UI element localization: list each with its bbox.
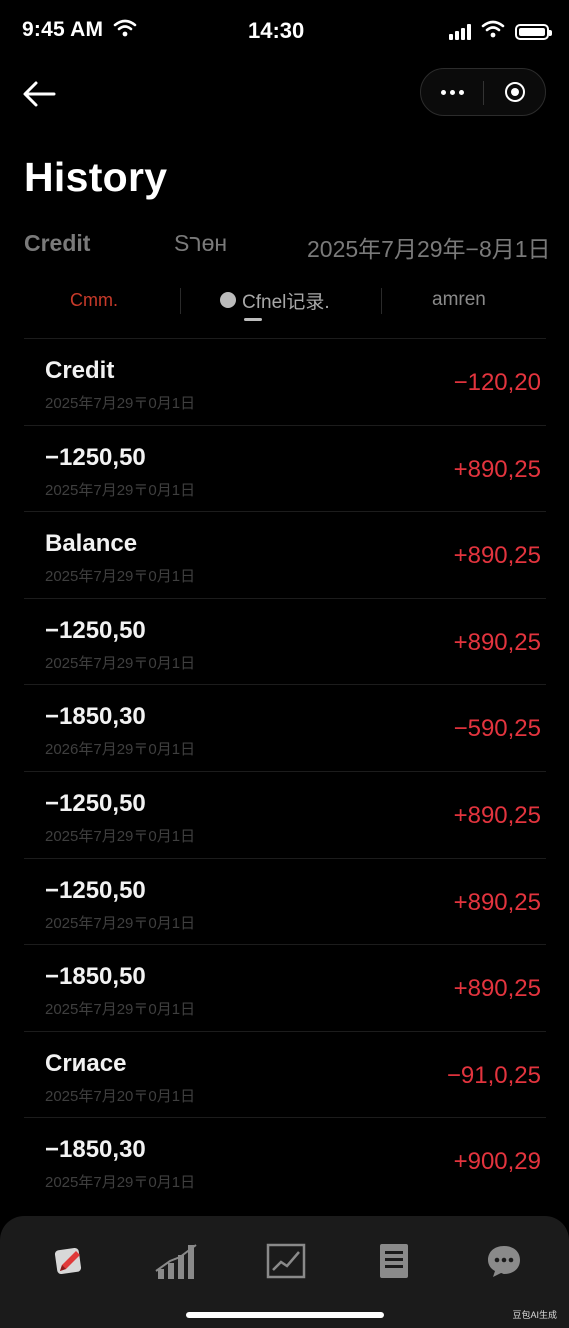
filter-date-range[interactable]: 2025年7月29年−8月1日	[307, 230, 551, 264]
transaction-title: −1850,30	[45, 703, 146, 731]
transaction-row[interactable]: −1250,50 2025年7月29〒0月1日 +890,25	[24, 770, 546, 858]
transaction-amount: −120,20	[453, 369, 541, 396]
circle-icon	[220, 292, 236, 308]
more-dots-icon	[440, 89, 446, 95]
tab-bar-item-trend[interactable]	[256, 1236, 316, 1286]
transaction-date: 2025年7月29〒0月1日	[45, 827, 196, 845]
transaction-row[interactable]: −1850,30 2026年7月29〒0月1日 −590,25	[24, 684, 546, 771]
transaction-list: Credit 2025年7月29〒0月1日 −120,20 −1250,50 2…	[24, 338, 546, 1204]
transaction-row[interactable]: Credit 2025年7月29〒0月1日 −120,20	[24, 338, 546, 425]
watermark: 豆包AI生成	[512, 1310, 557, 1320]
transaction-title: −1850,50	[45, 963, 146, 991]
transaction-amount: +890,25	[453, 888, 541, 916]
transaction-amount: +900,29	[453, 1148, 541, 1176]
transaction-title: Balance	[45, 530, 138, 558]
tab-bar-item-stats[interactable]	[146, 1236, 206, 1286]
transaction-title: Crиace	[45, 1049, 127, 1077]
tab-bar-item-records[interactable]	[364, 1236, 424, 1286]
arrow-left-icon	[23, 81, 56, 107]
transaction-amount: −590,25	[453, 715, 541, 743]
transaction-title: −1250,50	[45, 616, 146, 644]
tab-active-indicator	[244, 318, 262, 321]
cellular-signal-icon	[449, 23, 471, 40]
transaction-date: 2025年7月29〒0月1日	[45, 568, 196, 586]
transaction-row[interactable]: −1250,50 2025年7月29〒0月1日 +890,25	[24, 857, 546, 945]
tab-bar-item-messages[interactable]	[474, 1236, 534, 1286]
transaction-amount: +890,25	[453, 628, 541, 656]
more-button[interactable]	[421, 69, 483, 115]
bottom-tab-bar: 豆包AI生成	[0, 1216, 569, 1328]
transaction-date: 2025年7月29〒0月1日	[45, 481, 196, 499]
transaction-amount: +890,25	[453, 455, 541, 483]
transaction-row[interactable]: Crиace 2025年7月20〒0月1日 −91,0,25	[24, 1030, 546, 1118]
tab-2-label: Cfnel记录.	[242, 291, 330, 313]
transaction-date: 2025年7月29〒0月1日	[45, 654, 196, 672]
transaction-row[interactable]: Balance 2025年7月29〒0月1日 +890,25	[24, 511, 546, 598]
transaction-row[interactable]: −1250,50 2025年7月29〒0月1日 +890,25	[24, 597, 546, 685]
target-icon	[505, 82, 525, 102]
pencil-icon	[54, 1247, 82, 1275]
page-title: History	[24, 154, 168, 200]
status-indicators	[449, 20, 552, 43]
tab-1[interactable]: Cmm.	[70, 284, 118, 316]
transaction-date: 2026年7月29〒0月1日	[45, 741, 196, 759]
transaction-date: 2025年7月29〒0月1日	[45, 1174, 196, 1192]
filter-type[interactable]: Credit	[24, 230, 90, 257]
transaction-title: Credit	[45, 357, 115, 384]
tab-divider	[381, 288, 382, 314]
battery-icon	[515, 23, 552, 40]
transaction-title: −1250,50	[45, 876, 146, 904]
transaction-row[interactable]: −1850,30 2025年7月29〒0月1日 +900,29	[24, 1117, 546, 1204]
transaction-title: −1250,50	[45, 443, 146, 471]
transaction-amount: +890,25	[453, 975, 541, 1003]
tab-2[interactable]: Cfnel记录.	[220, 284, 330, 316]
status-center-time: 14:30	[248, 18, 305, 43]
line-chart-icon	[266, 1243, 306, 1279]
mini-program-capsule	[420, 68, 546, 116]
tab-3[interactable]: amren	[432, 284, 486, 316]
chat-bubble-icon	[488, 1246, 520, 1277]
home-indicator[interactable]	[186, 1312, 384, 1318]
segment-tabs: Cmm. Cfnel记录. amren	[24, 284, 546, 321]
transaction-amount: +890,25	[453, 542, 541, 570]
transaction-date: 2025年7月29〒0月1日	[45, 1001, 196, 1019]
transaction-date: 2025年7月20〒0月1日	[45, 1087, 196, 1105]
tab-bar-item-edit[interactable]	[38, 1236, 98, 1286]
transaction-amount: −91,0,25	[446, 1061, 541, 1089]
transaction-title: −1850,30	[45, 1136, 146, 1164]
transaction-date: 2025年7月29〒0月1日	[45, 914, 196, 932]
transaction-title: −1250,50	[45, 789, 146, 817]
wifi-icon	[113, 19, 137, 42]
transaction-amount: +890,25	[453, 801, 541, 829]
transaction-row[interactable]: −1250,50 2025年7月29〒0月1日 +890,25	[24, 424, 546, 512]
back-button[interactable]	[20, 76, 60, 112]
bar-chart-icon	[155, 1244, 197, 1279]
wifi-icon	[481, 20, 505, 43]
tab-divider	[180, 288, 181, 314]
transaction-row[interactable]: −1850,50 2025年7月29〒0月1日 +890,25	[24, 944, 546, 1031]
status-time: 9:45 AM	[22, 18, 104, 41]
close-miniapp-button[interactable]	[484, 69, 546, 115]
filter-mid[interactable]: Sרөн	[174, 230, 227, 257]
status-bar: 9:45 AM 14:30	[0, 0, 569, 62]
transaction-date: 2025年7月29〒0月1日	[45, 395, 196, 412]
document-icon	[380, 1244, 408, 1278]
